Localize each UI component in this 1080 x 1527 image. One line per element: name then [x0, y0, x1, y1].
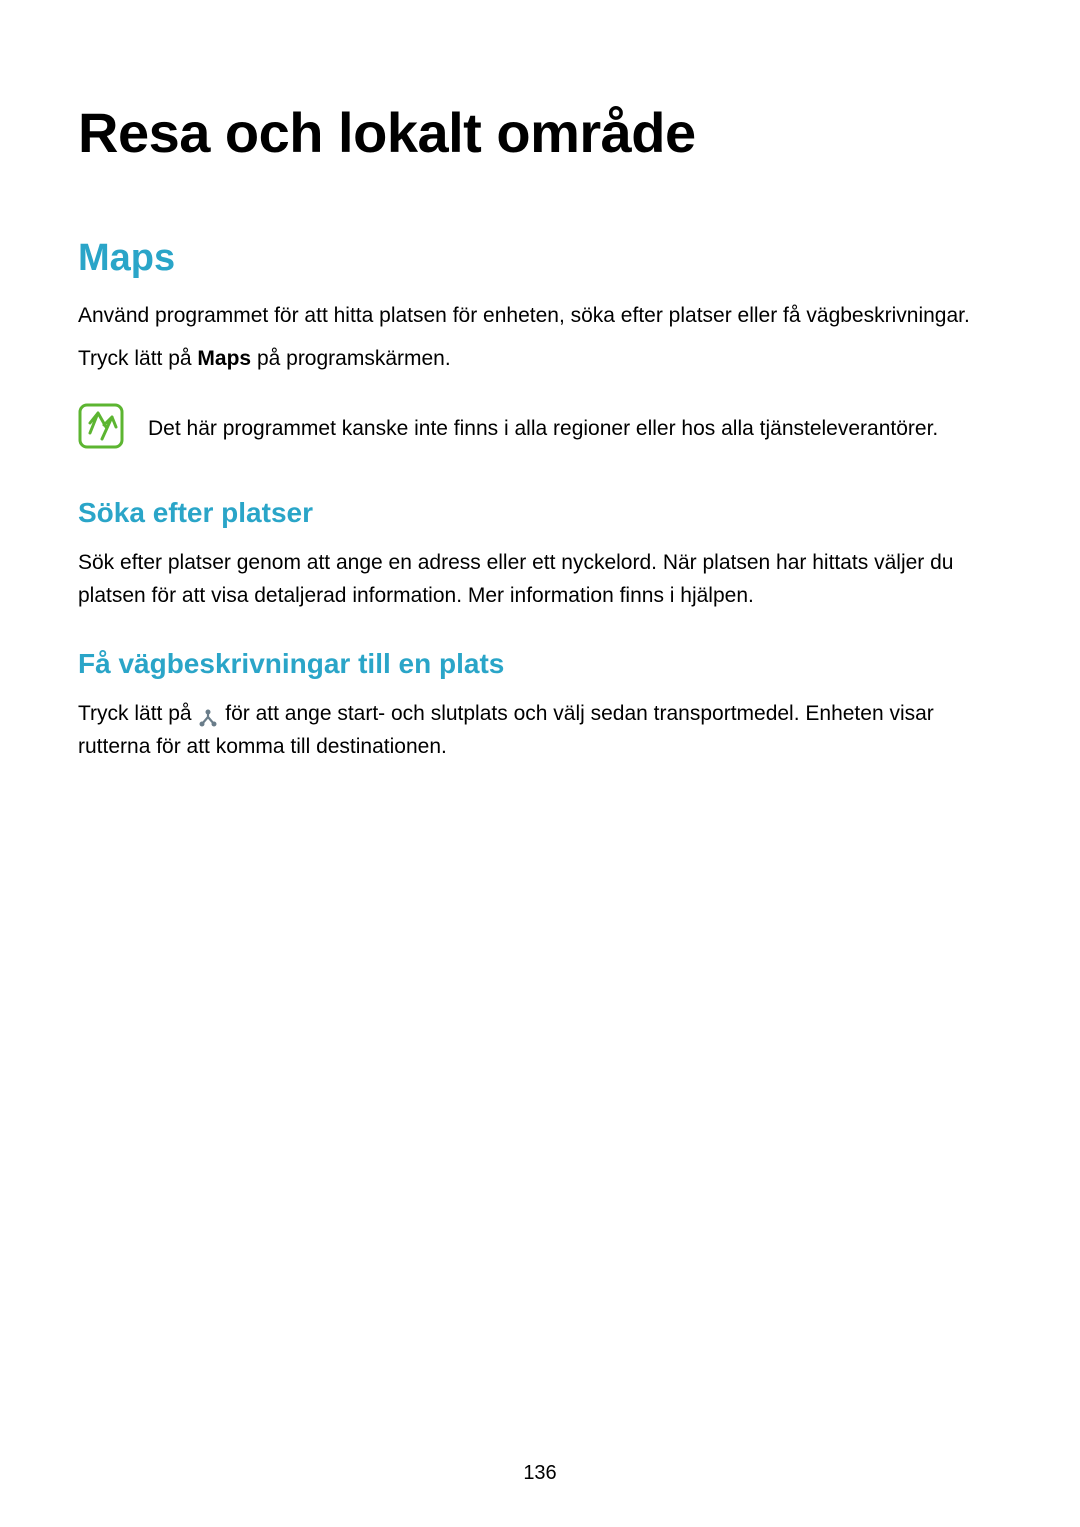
intro-paragraph-2: Tryck lätt på Maps på programskärmen. [78, 343, 1002, 376]
intro-paragraph-1: Använd programmet för att hitta platsen … [78, 300, 1002, 333]
subsection-search: Söka efter platser Sök efter platser gen… [78, 497, 1002, 612]
directions-icon [199, 705, 217, 723]
subsection-directions: Få vägbeskrivningar till en plats Tryck … [78, 648, 1002, 763]
chapter-title: Resa och lokalt område [78, 100, 1002, 165]
section-title-maps: Maps [78, 237, 1002, 280]
note-text: Det här programmet kanske inte finns i a… [148, 403, 938, 446]
intro2-post: på programskärmen. [251, 347, 451, 370]
intro2-pre: Tryck lätt på [78, 347, 197, 370]
subsection-title-search: Söka efter platser [78, 497, 1002, 529]
intro2-bold: Maps [197, 347, 251, 370]
page-content: Resa och lokalt område Maps Använd progr… [0, 0, 1080, 763]
note-block: Det här programmet kanske inte finns i a… [78, 403, 1002, 449]
note-icon [78, 403, 124, 449]
directions-body-pre: Tryck lätt på [78, 702, 197, 725]
subsection-title-directions: Få vägbeskrivningar till en plats [78, 648, 1002, 680]
page-number: 136 [0, 1462, 1080, 1485]
subsection-search-body: Sök efter platser genom att ange en adre… [78, 547, 1002, 612]
subsection-directions-body: Tryck lätt på för att ange start- och sl… [78, 698, 1002, 763]
